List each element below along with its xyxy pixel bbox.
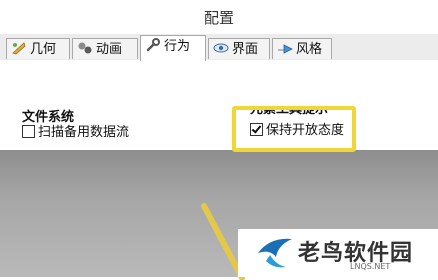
scan-alternate-streams-label: 扫描备用数据流 <box>38 125 130 140</box>
scan-alternate-streams-option[interactable]: 扫描备用数据流 <box>22 125 129 141</box>
style-icon <box>277 41 293 55</box>
eye-icon <box>213 41 229 55</box>
highlight-frame: 元素工具提示 保持开放态度 <box>232 106 356 152</box>
window-titlebar: 配置 <box>0 0 438 35</box>
tab-style-label: 风格 <box>296 42 323 57</box>
tab-interface[interactable]: 界面 <box>208 38 270 59</box>
tab-geometry[interactable]: 几何 <box>6 38 70 59</box>
wrench-icon <box>145 38 161 52</box>
keep-open-label: 保持开放态度 <box>266 123 345 138</box>
file-system-group-title: 文件系统 <box>22 110 75 125</box>
geometry-icon <box>11 41 27 55</box>
tab-interface-label: 界面 <box>232 42 259 57</box>
tab-animation-label: 动画 <box>96 42 123 57</box>
watermark: 老鸟软件园 LNQS.NET <box>238 229 438 277</box>
tab-animation[interactable]: 动画 <box>72 38 138 59</box>
tab-strip: 几何 动画 行为 界面 风格 <box>0 34 438 61</box>
window-title: 配置 <box>203 9 234 27</box>
bird-logo-icon <box>258 238 292 268</box>
tab-behavior[interactable]: 行为 <box>140 35 206 61</box>
scan-alternate-streams-checkbox[interactable] <box>22 125 35 138</box>
keep-open-checkbox[interactable] <box>250 123 263 136</box>
element-tooltip-group-title: 元素工具提示 <box>250 106 329 117</box>
behavior-panel: 文件系统 扫描备用数据流 <box>0 60 438 150</box>
animation-icon <box>77 41 93 55</box>
watermark-subtext: LNQS.NET <box>350 262 391 271</box>
keep-open-option[interactable]: 保持开放态度 <box>250 123 344 139</box>
tab-behavior-label: 行为 <box>164 39 191 54</box>
tab-geometry-label: 几何 <box>30 42 57 57</box>
tab-style[interactable]: 风格 <box>272 38 332 59</box>
